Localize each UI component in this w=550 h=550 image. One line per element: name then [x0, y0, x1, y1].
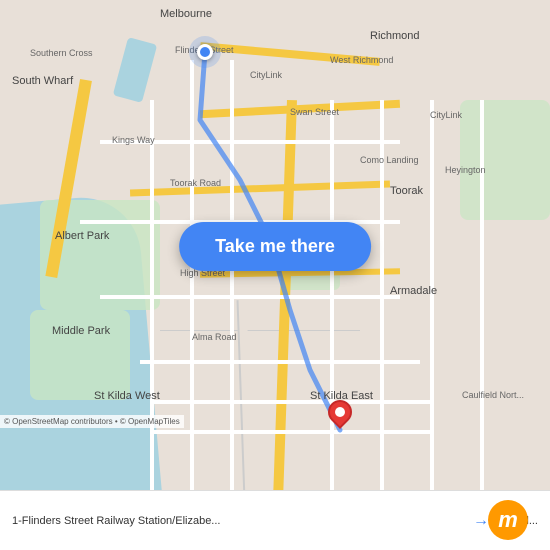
dest-pin	[328, 400, 352, 430]
label-richmond: Richmond	[370, 30, 420, 42]
dest-pin-head	[323, 395, 357, 429]
road-v7	[480, 100, 484, 490]
label-como: Como Landing	[360, 155, 419, 165]
from-location: 1-Flinders Street Railway Station/Elizab…	[12, 515, 465, 527]
label-citylink: CityLink	[250, 70, 282, 80]
map-container: Melbourne Richmond South Wharf Southern …	[0, 0, 550, 490]
road-h4	[140, 360, 420, 364]
road-h3	[100, 295, 400, 299]
label-southern-cross: Southern Cross	[30, 48, 93, 58]
osm-credit: © OpenStreetMap contributors • © OpenMap…	[0, 415, 184, 428]
origin-dot	[197, 44, 213, 60]
water-yarra	[113, 37, 158, 103]
label-melbourne: Melbourne	[160, 8, 212, 20]
moovit-circle: m	[488, 500, 528, 540]
moovit-letter: m	[498, 509, 518, 531]
road-v6	[430, 100, 434, 490]
label-citylink2: CityLink	[430, 110, 462, 120]
bottom-bar: 1-Flinders Street Railway Station/Elizab…	[0, 490, 550, 550]
road-citylink	[200, 42, 380, 66]
take-me-there-button[interactable]: Take me there	[179, 222, 371, 271]
park-east	[460, 100, 550, 220]
road-v3	[230, 60, 234, 490]
road-v1	[150, 100, 154, 490]
label-toorak: Toorak	[390, 185, 423, 197]
road-brighton	[237, 300, 254, 490]
label-south-wharf: South Wharf	[12, 75, 73, 87]
park-middle	[30, 310, 130, 400]
road-toorak	[130, 180, 390, 196]
label-caulfield: Caulfield Nort...	[462, 390, 524, 400]
road-h1	[100, 140, 400, 144]
road-v4	[330, 100, 334, 490]
road-v2	[190, 60, 194, 490]
road-v5	[380, 100, 384, 490]
dest-pin-dot	[333, 405, 347, 419]
moovit-logo: m	[478, 498, 538, 542]
